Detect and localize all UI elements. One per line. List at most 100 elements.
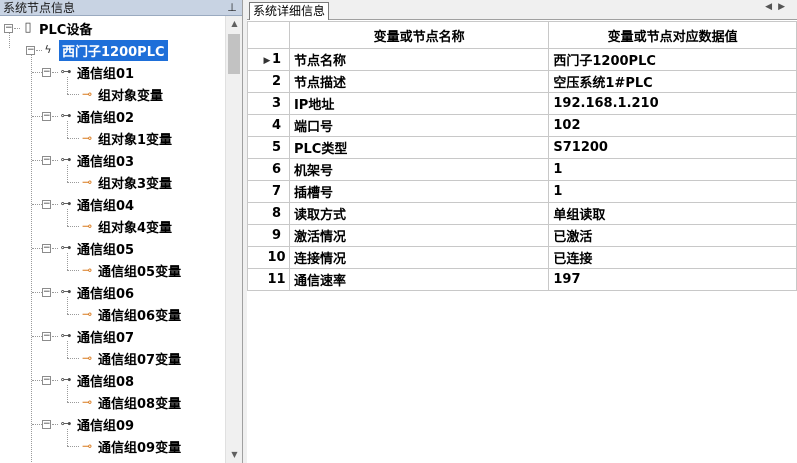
row-index[interactable]: 10 — [247, 246, 290, 269]
tree-node-group[interactable]: ⊶ 通信组04 — [58, 193, 135, 215]
tree-node-variable[interactable]: ⊸ 通信组08变量 — [79, 391, 181, 413]
group-collapse-icon[interactable]: − — [42, 112, 51, 121]
cell-value[interactable]: 1 — [548, 180, 797, 203]
cell-value[interactable]: 1 — [548, 158, 797, 181]
row-index[interactable]: 7 — [247, 180, 290, 203]
column-header-value[interactable]: 变量或节点对应数据值 — [548, 21, 797, 49]
tree-node-group[interactable]: ⊶ 通信组05 — [58, 237, 135, 259]
table-row[interactable]: 9 激活情况 已激活 — [247, 224, 797, 247]
network-icon: ⊶ — [60, 109, 72, 122]
row-index[interactable]: 6 — [247, 158, 290, 181]
tree-node-variable[interactable]: ⊸ 组对象4变量 — [79, 215, 172, 237]
tree-node-variable[interactable]: ⊸ 通信组06变量 — [79, 303, 181, 325]
tree-node-variable[interactable]: ⊸ 通信组05变量 — [79, 259, 181, 281]
row-index[interactable]: 3 — [247, 92, 290, 115]
cell-name[interactable]: PLC类型 — [288, 136, 550, 159]
cell-value[interactable]: S71200 — [548, 136, 797, 159]
tree-connector — [32, 116, 42, 117]
cell-name[interactable]: IP地址 — [288, 92, 550, 115]
tree-node-group[interactable]: ⊶ 通信组06 — [58, 281, 135, 303]
cell-name[interactable]: 读取方式 — [288, 202, 550, 225]
network-icon: ⊶ — [60, 153, 72, 166]
pin-icon[interactable]: ⊥ — [226, 1, 238, 15]
tree-node-group[interactable]: ⊶ 通信组08 — [58, 369, 135, 391]
tab-bar: 系统详细信息 ◀▶ — [247, 0, 797, 20]
group-collapse-icon[interactable]: − — [42, 244, 51, 253]
tree-scrollbar[interactable]: ▲ ▼ — [225, 16, 242, 463]
cell-value[interactable]: 已连接 — [548, 246, 797, 269]
table-row[interactable]: 7 插槽号 1 — [247, 180, 797, 203]
row-index[interactable]: 8 — [247, 202, 290, 225]
group-collapse-icon[interactable]: − — [42, 376, 51, 385]
tree-node-variable[interactable]: ⊸ 组对象3变量 — [79, 171, 172, 193]
cell-name[interactable]: 机架号 — [288, 158, 550, 181]
tree-node-variable-label: 通信组09变量 — [98, 440, 182, 456]
detail-table: 变量或节点名称 变量或节点对应数据值 ▶ 1 节点名称 西门子1200PLC 2 节点描述… — [247, 21, 797, 291]
cell-value[interactable]: 192.168.1.210 — [548, 92, 797, 115]
cell-name[interactable]: 端口号 — [288, 114, 550, 137]
cell-name[interactable]: 插槽号 — [288, 180, 550, 203]
tab-system-detail[interactable]: 系统详细信息 — [249, 2, 330, 20]
table-row[interactable]: 8 读取方式 单组读取 — [247, 202, 797, 225]
row-index-label: 8 — [271, 206, 281, 221]
tree-node-variable[interactable]: ⊸ 通信组07变量 — [79, 347, 181, 369]
cell-value[interactable]: 197 — [548, 268, 797, 291]
table-row[interactable]: 4 端口号 102 — [247, 114, 797, 137]
table-row[interactable]: 3 IP地址 192.168.1.210 — [247, 92, 797, 115]
tree-node-group[interactable]: ⊶ 通信组01 — [58, 61, 135, 83]
cell-value[interactable]: 单组读取 — [548, 202, 797, 225]
group-collapse-icon[interactable]: − — [42, 420, 51, 429]
row-index[interactable]: 9 — [247, 224, 290, 247]
table-row[interactable]: 2 节点描述 空压系统1#PLC — [247, 70, 797, 93]
group-collapse-icon[interactable]: − — [42, 156, 51, 165]
tree-node-group[interactable]: ⊶ 通信组03 — [58, 149, 135, 171]
row-index[interactable]: 5 — [247, 136, 290, 159]
group-collapse-icon[interactable]: − — [42, 68, 51, 77]
tree-node-group[interactable]: ⊶ 通信组02 — [58, 105, 135, 127]
tab-next-icon[interactable]: ▶ — [778, 2, 791, 12]
cell-name[interactable]: 连接情况 — [288, 246, 550, 269]
table-row[interactable]: ▶ 1 节点名称 西门子1200PLC — [247, 48, 797, 71]
scroll-thumb[interactable] — [228, 34, 240, 74]
tree-node-variable[interactable]: ⊸ 组对象变量 — [79, 83, 163, 105]
tree-node-group[interactable]: ⊶ 通信组07 — [58, 325, 135, 347]
tree-connector — [32, 160, 42, 161]
variable-icon: ⊸ — [81, 87, 93, 101]
cell-name[interactable]: 激活情况 — [288, 224, 550, 247]
tree-node-device[interactable]: ϟ 西门子1200PLC — [40, 39, 168, 61]
group-collapse-icon[interactable]: − — [42, 332, 51, 341]
tree-node-group-label: 通信组05 — [77, 242, 135, 258]
table-row[interactable]: 11 通信速率 197 — [247, 268, 797, 291]
tree-node-variable[interactable]: ⊸ 通信组09变量 — [79, 435, 181, 457]
cell-value[interactable]: 已激活 — [548, 224, 797, 247]
tree-node-group[interactable]: ⊶ 通信组09 — [58, 413, 135, 435]
variable-icon: ⊸ — [81, 439, 93, 453]
row-index-label: 10 — [267, 250, 286, 265]
column-header-name[interactable]: 变量或节点名称 — [288, 21, 550, 49]
row-index[interactable]: 2 — [247, 70, 290, 93]
table-row[interactable]: 5 PLC类型 S71200 — [247, 136, 797, 159]
row-index[interactable]: 4 — [247, 114, 290, 137]
group-collapse-icon[interactable]: − — [42, 200, 51, 209]
cell-name[interactable]: 通信速率 — [288, 268, 550, 291]
tree-connector — [67, 297, 68, 314]
tree-connector — [32, 292, 42, 293]
cell-value[interactable]: 西门子1200PLC — [548, 48, 797, 71]
scroll-up-icon[interactable]: ▲ — [226, 16, 243, 32]
table-row[interactable]: 10 连接情况 已连接 — [247, 246, 797, 269]
tree-node-root[interactable]: ▯ PLC设备 — [20, 17, 92, 39]
device-collapse-icon[interactable]: − — [26, 46, 35, 55]
cell-value[interactable]: 空压系统1#PLC — [548, 70, 797, 93]
row-index[interactable]: ▶ 1 — [247, 48, 290, 71]
cell-name[interactable]: 节点名称 — [288, 48, 550, 71]
cell-value[interactable]: 102 — [548, 114, 797, 137]
tree-node-variable[interactable]: ⊸ 组对象1变量 — [79, 127, 172, 149]
scroll-down-icon[interactable]: ▼ — [226, 447, 243, 463]
corner-cell[interactable] — [247, 21, 290, 49]
group-collapse-icon[interactable]: − — [42, 288, 51, 297]
root-collapse-icon[interactable]: − — [4, 24, 13, 33]
cell-name[interactable]: 节点描述 — [288, 70, 550, 93]
tab-prev-icon[interactable]: ◀ — [765, 2, 778, 12]
row-index[interactable]: 11 — [247, 268, 290, 291]
table-row[interactable]: 6 机架号 1 — [247, 158, 797, 181]
